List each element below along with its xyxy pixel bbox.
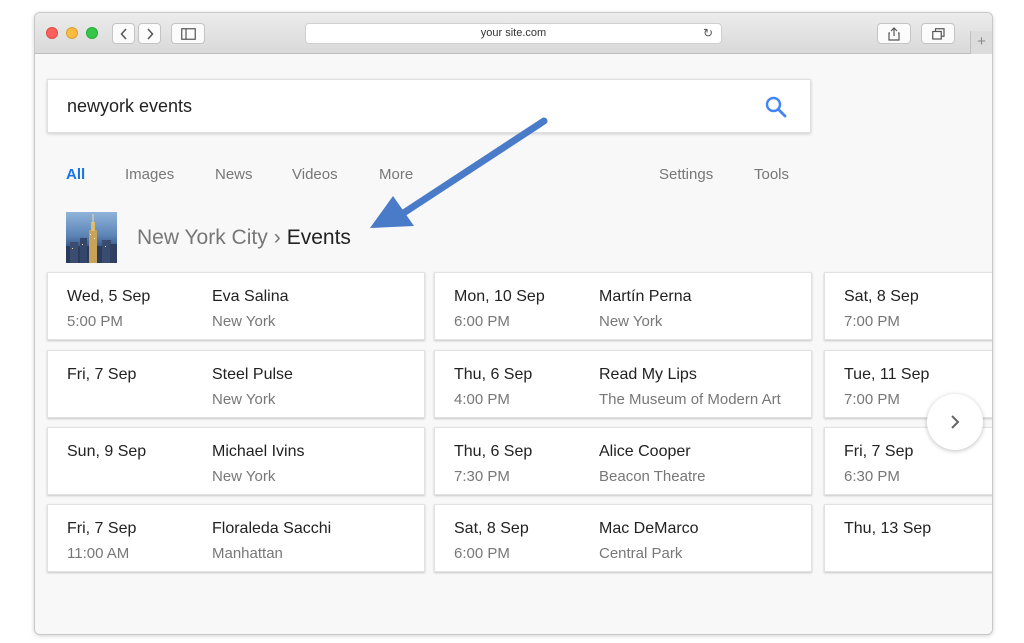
city-thumbnail — [66, 212, 117, 263]
address-bar[interactable]: your site.com ↻ — [305, 23, 722, 44]
event-date: Thu, 13 Sep — [844, 520, 932, 537]
tabs-overview-button[interactable] — [921, 23, 955, 44]
event-time: 6:30 PM — [844, 468, 900, 485]
event-name: Read My Lips — [599, 366, 697, 383]
new-tab-button[interactable]: + — [970, 31, 992, 54]
share-button[interactable] — [877, 23, 911, 44]
title-bar: your site.com ↻ + — [35, 13, 992, 54]
event-date: Thu, 6 Sep — [454, 443, 533, 460]
event-time: 6:00 PM — [454, 545, 510, 562]
event-date: Sat, 8 Sep — [454, 520, 529, 537]
tab-news[interactable]: News — [215, 166, 253, 183]
back-button[interactable] — [112, 23, 135, 44]
chevron-right-icon — [951, 415, 960, 429]
next-page-button[interactable] — [927, 394, 983, 450]
chevron-right-icon — [146, 27, 154, 40]
event-name: Steel Pulse — [212, 366, 293, 383]
page-content: newyork events All Images News Videos Mo… — [35, 54, 992, 634]
sidebar-icon — [180, 27, 196, 40]
forward-button[interactable] — [138, 23, 161, 44]
tab-all[interactable]: All — [66, 166, 85, 183]
breadcrumb-parent[interactable]: New York City — [137, 226, 268, 249]
event-card[interactable]: Fri, 7 Sep 11:00 AM Floraleda Sacchi Manhat… — [47, 504, 425, 572]
browser-window: your site.com ↻ + newyork events All Ima… — [34, 12, 993, 635]
event-card[interactable]: Fri, 7 Sep Steel Pulse New York — [47, 350, 425, 418]
tab-more[interactable]: More — [379, 166, 413, 183]
event-card[interactable]: Sat, 8 Sep 6:00 PM Mac DeMarco Central Park — [434, 504, 812, 572]
event-place: New York — [599, 313, 663, 330]
event-place: Beacon Theatre — [599, 468, 706, 485]
search-icon[interactable] — [764, 95, 788, 119]
event-date: Tue, 11 Sep — [844, 366, 930, 383]
breadcrumb-path: New York City › Events — [137, 226, 351, 250]
event-card[interactable]: Thu, 6 Sep 4:00 PM Read My Lips The Museum … — [434, 350, 812, 418]
chevron-left-icon — [119, 27, 127, 40]
minimize-window-button[interactable] — [66, 27, 78, 39]
event-time: 11:00 AM — [67, 545, 130, 562]
search-box[interactable]: newyork events — [47, 79, 811, 133]
tabs-icon — [931, 27, 945, 40]
search-tabs: All Images News Videos More Settings Too… — [35, 160, 992, 190]
event-name: Martín Perna — [599, 288, 692, 305]
event-name: Alice Cooper — [599, 443, 691, 460]
url-text: your site.com — [480, 27, 547, 39]
close-window-button[interactable] — [46, 27, 58, 39]
event-card[interactable]: Thu, 13 Sep — [824, 504, 992, 572]
event-card[interactable]: Wed, 5 Sep 5:00 PM Eva Salina New York — [47, 272, 425, 340]
event-card[interactable]: Mon, 10 Sep 6:00 PM Martín Perna New York — [434, 272, 812, 340]
share-icon — [888, 26, 900, 41]
reload-icon[interactable]: ↻ — [703, 24, 713, 43]
event-time: 4:00 PM — [454, 391, 510, 408]
breadcrumb-separator: › — [273, 226, 281, 249]
event-date: Sun, 9 Sep — [67, 443, 147, 460]
zoom-window-button[interactable] — [86, 27, 98, 39]
breadcrumb-current: Events — [286, 226, 351, 249]
event-date: Fri, 7 Sep — [67, 366, 137, 383]
events-carousel: Wed, 5 Sep 5:00 PM Eva Salina New York Fri, … — [35, 272, 992, 634]
event-place: New York — [212, 313, 276, 330]
event-time: 5:00 PM — [67, 313, 123, 330]
event-place: Central Park — [599, 545, 683, 562]
event-place: New York — [212, 391, 276, 408]
event-name: Mac DeMarco — [599, 520, 699, 537]
search-input[interactable]: newyork events — [67, 96, 192, 117]
event-date: Thu, 6 Sep — [454, 366, 533, 383]
event-place: The Museum of Modern Art — [599, 391, 781, 408]
sidebar-toggle-button[interactable] — [171, 23, 205, 44]
tab-videos[interactable]: Videos — [292, 166, 338, 183]
event-time: 7:00 PM — [844, 391, 900, 408]
event-date: Mon, 10 Sep — [454, 288, 545, 305]
event-time: 7:00 PM — [844, 313, 900, 330]
event-date: Fri, 7 Sep — [844, 443, 914, 460]
event-card[interactable]: Thu, 6 Sep 7:30 PM Alice Cooper Beacon Thea… — [434, 427, 812, 495]
event-date: Wed, 5 Sep — [67, 288, 151, 305]
event-name: Michael Ivins — [212, 443, 305, 460]
tab-images[interactable]: Images — [125, 166, 174, 183]
event-date: Fri, 7 Sep — [67, 520, 137, 537]
tab-settings[interactable]: Settings — [659, 166, 713, 183]
event-time: 7:30 PM — [454, 468, 510, 485]
event-time: 6:00 PM — [454, 313, 510, 330]
event-date: Sat, 8 Sep — [844, 288, 919, 305]
tab-tools[interactable]: Tools — [754, 166, 789, 183]
event-card[interactable]: Sun, 9 Sep Michael Ivins New York — [47, 427, 425, 495]
event-card[interactable]: Sat, 8 Sep 7:00 PM — [824, 272, 992, 340]
event-place: New York — [212, 468, 276, 485]
event-name: Eva Salina — [212, 288, 289, 305]
event-name: Floraleda Sacchi — [212, 520, 332, 537]
event-place: Manhattan — [212, 545, 283, 562]
